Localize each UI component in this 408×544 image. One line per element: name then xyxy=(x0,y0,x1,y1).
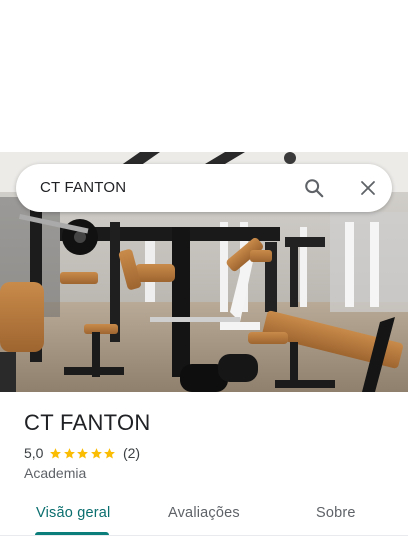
star-rating xyxy=(49,447,117,460)
star-icon xyxy=(77,447,89,458)
tab-divider xyxy=(0,535,408,536)
search-input[interactable]: CT FANTON xyxy=(40,179,126,196)
star-icon xyxy=(64,447,75,458)
star-icon xyxy=(91,447,102,458)
rating-row[interactable]: 5,0 (2) xyxy=(24,444,140,462)
rating-value: 5,0 xyxy=(24,445,44,461)
search-bar[interactable]: CT FANTON xyxy=(16,164,392,212)
tab-about[interactable]: Sobre xyxy=(316,505,356,521)
star-icon xyxy=(104,447,116,458)
tab-overview[interactable]: Visão geral xyxy=(36,505,110,521)
map-blank-area xyxy=(0,0,408,152)
tab-bar: Visão geral Avaliações Sobre xyxy=(0,496,408,536)
place-title: CT FANTON xyxy=(24,410,151,435)
close-icon[interactable] xyxy=(356,176,380,200)
star-icon xyxy=(50,447,62,458)
place-category: Academia xyxy=(24,465,87,481)
tab-reviews[interactable]: Avaliações xyxy=(168,505,240,521)
review-count[interactable]: (2) xyxy=(123,445,140,461)
search-icon[interactable] xyxy=(302,176,326,200)
